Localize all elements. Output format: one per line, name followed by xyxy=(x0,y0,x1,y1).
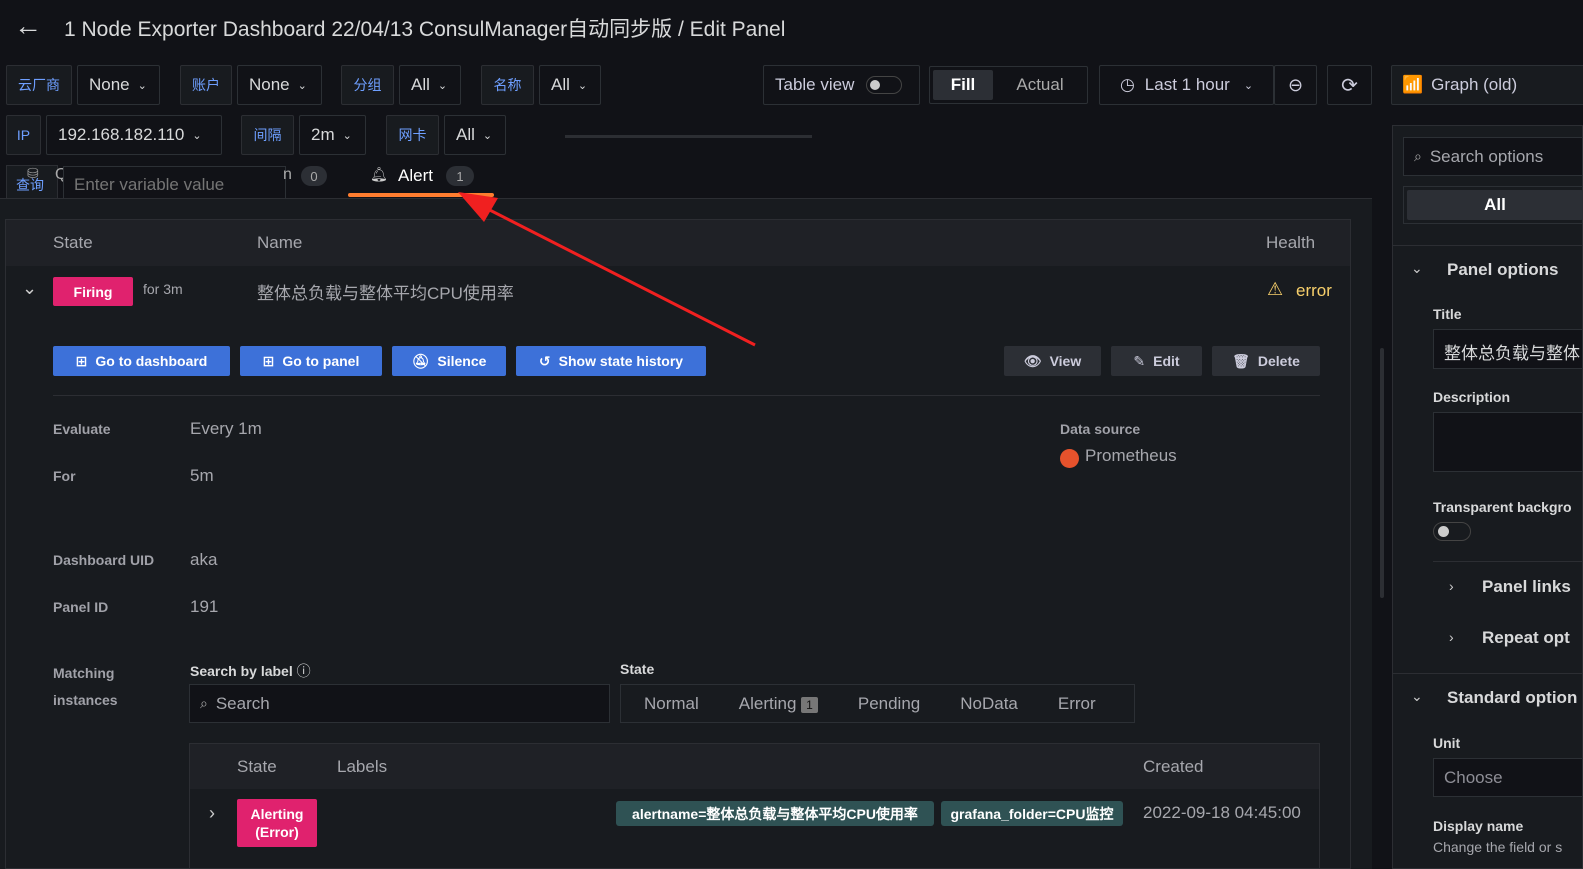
standard-options-header[interactable]: Standard option xyxy=(1447,688,1577,708)
display-name-label: Display name xyxy=(1433,818,1524,834)
divider xyxy=(1393,245,1583,246)
transparent-label: Transparent backgro xyxy=(1433,499,1572,515)
chevron-down-icon[interactable]: ⌄ xyxy=(1411,260,1423,277)
divider xyxy=(1393,673,1583,674)
panel-options-header[interactable]: Panel options xyxy=(1447,260,1558,280)
description-textarea[interactable] xyxy=(1433,412,1583,472)
chevron-down-icon[interactable]: ⌄ xyxy=(1411,688,1423,705)
search-options-input[interactable]: ⌕ Search options xyxy=(1403,137,1583,176)
filter-all-button[interactable]: All xyxy=(1407,190,1583,220)
divider xyxy=(1433,561,1583,562)
repeat-options-header[interactable]: Repeat opt xyxy=(1482,628,1570,648)
display-name-help: Change the field or s xyxy=(1433,839,1563,855)
description-label: Description xyxy=(1433,389,1511,405)
chevron-right-icon[interactable]: › xyxy=(1449,578,1454,594)
unit-label: Unit xyxy=(1433,735,1461,751)
annotation-arrow xyxy=(458,192,756,347)
title-label: Title xyxy=(1433,306,1462,322)
transparent-toggle[interactable] xyxy=(1433,522,1471,541)
title-input[interactable]: 整体总负载与整体 xyxy=(1433,329,1583,369)
unit-select[interactable]: Choose xyxy=(1433,758,1583,797)
panel-links-header[interactable]: Panel links xyxy=(1482,577,1571,597)
chevron-right-icon[interactable]: › xyxy=(1449,629,1454,645)
search-icon: ⌕ xyxy=(1414,148,1422,164)
